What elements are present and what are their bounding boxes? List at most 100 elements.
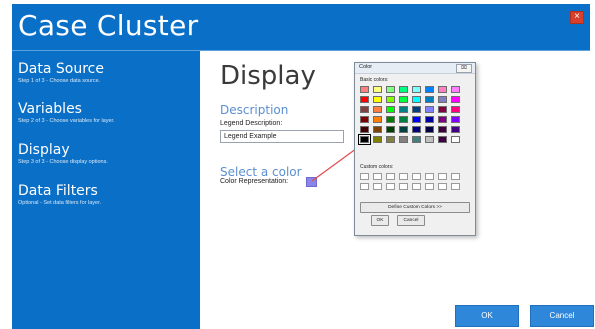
wizard-sidebar: Data Source Step 1 of 3 - Choose data so… [12, 51, 200, 329]
basic-color-swatch[interactable] [438, 96, 447, 103]
custom-color-swatch[interactable] [373, 183, 382, 190]
step-subtitle: Step 3 of 3 - Choose display options. [18, 159, 108, 165]
basic-color-swatch[interactable] [360, 126, 369, 133]
basic-color-swatch[interactable] [360, 106, 369, 113]
basic-color-swatch[interactable] [358, 134, 371, 145]
basic-color-swatch[interactable] [399, 106, 408, 113]
basic-color-swatch[interactable] [386, 126, 395, 133]
custom-color-swatch[interactable] [360, 173, 369, 180]
basic-color-swatch[interactable] [412, 136, 421, 143]
step-subtitle: Step 2 of 3 - Choose variables for layer… [18, 118, 115, 124]
basic-color-swatch[interactable] [425, 116, 434, 123]
custom-color-swatch[interactable] [412, 173, 421, 180]
basic-color-swatch[interactable] [451, 96, 460, 103]
dialog-close-icon[interactable]: ⌧ [456, 64, 472, 73]
basic-color-swatch[interactable] [360, 96, 369, 103]
basic-color-swatch[interactable] [386, 116, 395, 123]
sidebar-step-display[interactable]: Display Step 3 of 3 - Choose display opt… [18, 142, 108, 165]
title-bar: Case Cluster × [12, 4, 590, 51]
page-title: Display [220, 61, 316, 91]
custom-color-swatch[interactable] [360, 183, 369, 190]
basic-color-swatch[interactable] [425, 106, 434, 113]
legend-description-input[interactable]: Legend Example [220, 130, 344, 143]
sidebar-step-data-filters[interactable]: Data Filters Optional - Set data filters… [18, 183, 101, 206]
basic-color-swatch[interactable] [451, 86, 460, 93]
basic-color-swatch[interactable] [360, 86, 369, 93]
basic-color-swatch[interactable] [373, 136, 382, 143]
color-dialog: Color ⌧ Basic colors: Custom colors: Def… [354, 62, 476, 236]
basic-color-swatch[interactable] [412, 126, 421, 133]
basic-color-swatch[interactable] [438, 116, 447, 123]
custom-color-swatch[interactable] [412, 183, 421, 190]
custom-colors-grid [360, 173, 460, 190]
basic-color-swatch[interactable] [451, 136, 460, 143]
basic-color-swatch[interactable] [451, 106, 460, 113]
define-custom-colors-button[interactable]: Define Custom Colors >> [360, 202, 470, 213]
step-title: Data Filters [18, 183, 98, 199]
basic-color-swatch[interactable] [373, 126, 382, 133]
dialog-cancel-button[interactable]: Cancel [397, 215, 425, 226]
step-subtitle: Optional - Set data filters for layer. [18, 200, 102, 206]
basic-color-swatch[interactable] [438, 136, 447, 143]
legend-description-label: Legend Description: [220, 120, 283, 127]
close-icon[interactable]: × [570, 11, 584, 24]
custom-color-swatch[interactable] [386, 183, 395, 190]
basic-color-swatch[interactable] [425, 86, 434, 93]
color-representation-label: Color Representation: [220, 178, 289, 185]
cancel-button[interactable]: Cancel [530, 305, 594, 327]
sidebar-step-variables[interactable]: Variables Step 2 of 3 - Choose variables… [18, 101, 115, 124]
basic-color-swatch[interactable] [386, 86, 395, 93]
description-heading: Description [220, 103, 289, 117]
basic-color-swatch[interactable] [425, 126, 434, 133]
basic-colors-grid [358, 86, 460, 145]
wizard-window: Case Cluster × Data Source Step 1 of 3 -… [12, 4, 594, 329]
dialog-ok-button[interactable]: OK [371, 215, 389, 226]
step-title: Variables [18, 101, 82, 117]
basic-color-swatch[interactable] [373, 96, 382, 103]
ok-button[interactable]: OK [455, 305, 519, 327]
basic-color-swatch[interactable] [412, 86, 421, 93]
basic-color-swatch[interactable] [373, 116, 382, 123]
basic-color-swatch[interactable] [386, 106, 395, 113]
custom-color-swatch[interactable] [386, 173, 395, 180]
custom-color-swatch[interactable] [399, 173, 408, 180]
basic-color-swatch[interactable] [386, 96, 395, 103]
step-title: Data Source [18, 61, 104, 77]
custom-color-swatch[interactable] [451, 183, 460, 190]
dialog-title-bar: Color ⌧ [355, 63, 475, 74]
basic-color-swatch[interactable] [399, 126, 408, 133]
basic-color-swatch[interactable] [438, 126, 447, 133]
custom-color-swatch[interactable] [425, 173, 434, 180]
step-title: Display [18, 142, 70, 158]
basic-color-swatch[interactable] [438, 106, 447, 113]
sidebar-step-data-source[interactable]: Data Source Step 1 of 3 - Choose data so… [18, 61, 104, 84]
color-swatch-button[interactable] [306, 177, 317, 187]
basic-color-swatch[interactable] [451, 116, 460, 123]
basic-colors-label: Basic colors: [360, 77, 389, 83]
basic-color-swatch[interactable] [399, 136, 408, 143]
select-color-heading: Select a color [220, 165, 302, 179]
custom-color-swatch[interactable] [438, 173, 447, 180]
basic-color-swatch[interactable] [373, 106, 382, 113]
basic-color-swatch[interactable] [373, 86, 382, 93]
dialog-title: Color [359, 64, 373, 70]
basic-color-swatch[interactable] [425, 136, 434, 143]
custom-color-swatch[interactable] [425, 183, 434, 190]
basic-color-swatch[interactable] [412, 106, 421, 113]
basic-color-swatch[interactable] [425, 96, 434, 103]
custom-color-swatch[interactable] [438, 183, 447, 190]
step-subtitle: Step 1 of 3 - Choose data source. [18, 78, 101, 84]
custom-color-swatch[interactable] [373, 173, 382, 180]
basic-color-swatch[interactable] [399, 96, 408, 103]
basic-color-swatch[interactable] [451, 126, 460, 133]
custom-colors-label: Custom colors: [360, 164, 394, 170]
basic-color-swatch[interactable] [412, 96, 421, 103]
custom-color-swatch[interactable] [399, 183, 408, 190]
basic-color-swatch[interactable] [399, 86, 408, 93]
basic-color-swatch[interactable] [386, 136, 395, 143]
custom-color-swatch[interactable] [451, 173, 460, 180]
basic-color-swatch[interactable] [360, 116, 369, 123]
basic-color-swatch[interactable] [412, 116, 421, 123]
basic-color-swatch[interactable] [399, 116, 408, 123]
basic-color-swatch[interactable] [438, 86, 447, 93]
